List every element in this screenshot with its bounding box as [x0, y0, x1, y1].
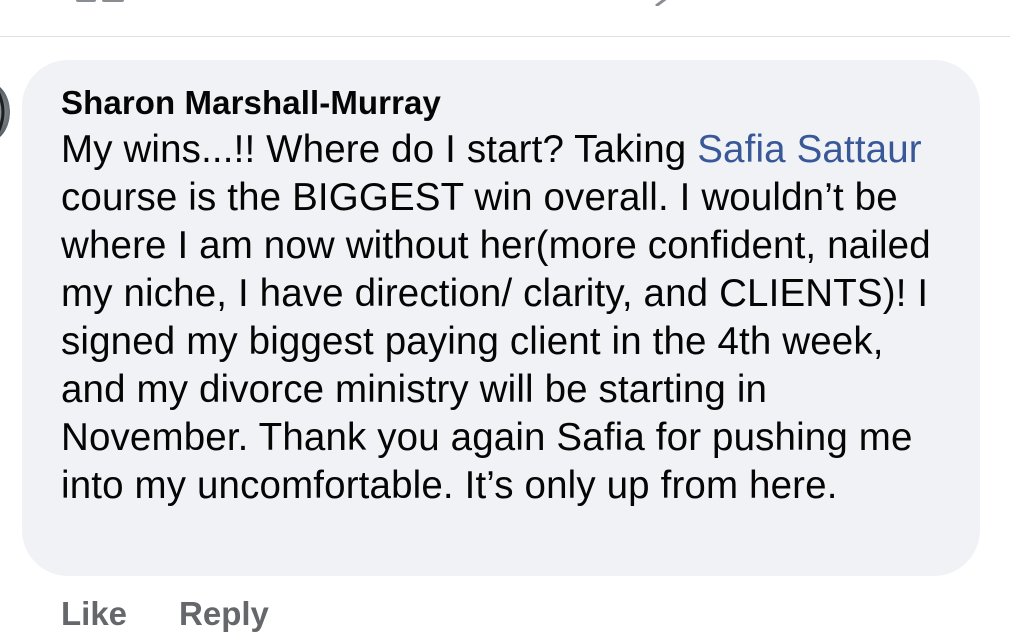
- avatar-image: [0, 86, 10, 138]
- toolbar-icon[interactable]: [76, 0, 126, 4]
- comment-text: My wins...!! Where do I start? Taking Sa…: [61, 126, 942, 510]
- top-toolbar: [0, 0, 1010, 37]
- comment-author[interactable]: Sharon Marshall-Murray: [61, 84, 942, 122]
- comment-text-part: course is the BIGGEST win overall. I wou…: [61, 176, 931, 507]
- mention-link[interactable]: Safia Sattaur: [697, 128, 922, 171]
- avatar[interactable]: [0, 82, 10, 142]
- mention-last-name[interactable]: Sattaur: [797, 128, 922, 171]
- chevron-icon[interactable]: [652, 0, 672, 6]
- comment-text-part: My wins...!! Where do I start? Taking: [61, 128, 698, 171]
- mention-first-name[interactable]: Safia: [697, 128, 786, 171]
- comment-bubble: Sharon Marshall-Murray My wins...!! Wher…: [22, 60, 980, 576]
- comment-actions: Like Reply: [61, 592, 321, 635]
- reply-button[interactable]: Reply: [179, 594, 269, 634]
- like-button[interactable]: Like: [61, 594, 127, 634]
- comment-screen: Sharon Marshall-Murray My wins...!! Wher…: [0, 0, 1010, 635]
